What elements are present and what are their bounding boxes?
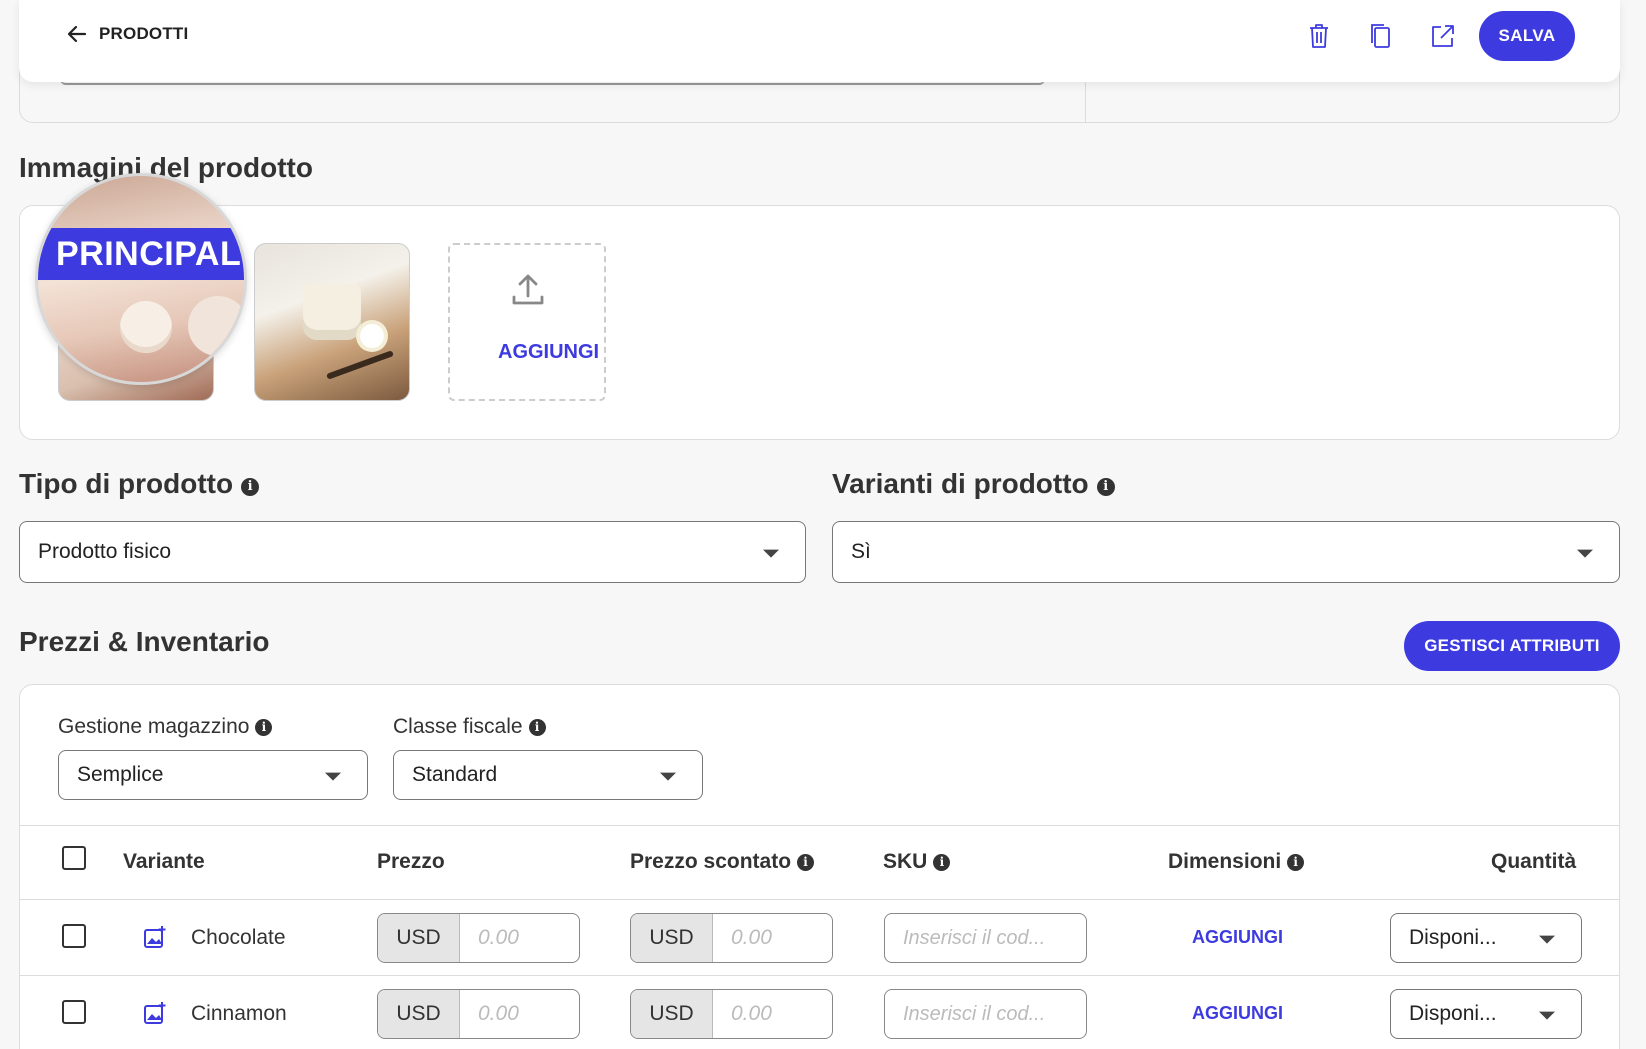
back-link[interactable]: PRODOTTI: [65, 22, 188, 46]
stock-management-label: Gestione magazzino i: [58, 715, 273, 739]
variant-name: Cinnamon: [191, 1002, 287, 1025]
quantity-select[interactable]: Disponi...: [1390, 989, 1582, 1039]
manage-attributes-button[interactable]: GESTISCI ATTRIBUTI: [1404, 621, 1620, 671]
column-discounted-price: Prezzo scontato i: [630, 850, 815, 874]
product-variants-select[interactable]: Sì: [832, 521, 1620, 583]
save-button[interactable]: SALVA: [1479, 11, 1575, 61]
external-link-icon[interactable]: [1427, 20, 1459, 52]
sku-input[interactable]: [884, 913, 1087, 963]
chevron-down-icon: [1539, 935, 1555, 944]
stock-management-select[interactable]: Semplice: [58, 750, 368, 800]
sku-input[interactable]: [884, 989, 1087, 1039]
column-variant: Variante: [123, 850, 205, 873]
product-variants-title-text: Varianti di prodotto: [832, 468, 1089, 499]
upload-icon: [512, 274, 544, 305]
product-image[interactable]: [254, 243, 410, 401]
tax-class-label-text: Classe fiscale: [393, 715, 523, 738]
back-label: PRODOTTI: [99, 24, 189, 43]
vanilla-illustration: [326, 350, 394, 380]
product-type-value: Prodotto fisico: [38, 540, 172, 563]
discounted-price-field[interactable]: USD: [630, 989, 833, 1039]
tax-class-label: Classe fiscale i: [393, 715, 546, 739]
column-discounted-price-text: Prezzo scontato: [630, 850, 792, 873]
info-icon[interactable]: i: [797, 854, 815, 871]
currency-label: USD: [378, 914, 460, 962]
currency-label: USD: [378, 990, 460, 1038]
candle-illustration: [120, 301, 172, 353]
discounted-price-input[interactable]: [721, 914, 826, 962]
product-variants-title: Varianti di prodotto i: [832, 468, 1115, 500]
add-image-label: AGGIUNGI: [498, 341, 600, 363]
cup-illustration: [188, 296, 244, 356]
column-sku-text: SKU: [883, 850, 928, 873]
arrow-left-icon: [67, 25, 87, 43]
select-all-checkbox[interactable]: [62, 846, 86, 870]
chevron-down-icon: [660, 772, 676, 781]
column-quantity: Quantità: [1491, 850, 1577, 873]
discounted-price-input[interactable]: [721, 990, 826, 1038]
variants-table-header: Variante Prezzo Prezzo scontato i SKU i Di…: [20, 825, 1619, 900]
jar-illustration: [303, 284, 361, 340]
currency-label: USD: [631, 914, 713, 962]
price-input[interactable]: [468, 914, 573, 962]
main-image-badge: PRINCIPAL: [38, 228, 244, 280]
stock-management-value: Semplice: [77, 763, 164, 786]
row-checkbox[interactable]: [62, 924, 86, 948]
delete-icon[interactable]: [1303, 20, 1335, 52]
column-sku: SKU i: [883, 850, 951, 874]
tax-class-select[interactable]: Standard: [393, 750, 703, 800]
main-image-zoom: PRINCIPAL: [35, 173, 247, 385]
stock-management-label-text: Gestione magazzino: [58, 715, 250, 738]
discounted-price-field[interactable]: USD: [630, 913, 833, 963]
add-image-button[interactable]: AGGIUNGI: [448, 243, 606, 401]
info-icon[interactable]: i: [933, 854, 951, 871]
images-card: AGGIUNGI: [19, 205, 1620, 440]
table-row: Chocolate USD USD AGGIUNGI Disponi...: [20, 900, 1619, 976]
add-image-icon[interactable]: [142, 924, 168, 950]
price-field[interactable]: USD: [377, 989, 580, 1039]
duplicate-icon[interactable]: [1365, 20, 1397, 52]
info-icon[interactable]: i: [241, 478, 260, 496]
chevron-down-icon: [325, 772, 341, 781]
info-icon[interactable]: i: [528, 719, 546, 736]
column-price: Prezzo: [377, 850, 445, 873]
variant-name: Chocolate: [191, 926, 286, 949]
column-dimensions: Dimensioni i: [1168, 850, 1305, 874]
pricing-inventory-card: Gestione magazzino i Semplice Classe fisc…: [19, 684, 1620, 1049]
pricing-section-title: Prezzi & Inventario: [19, 626, 270, 657]
currency-label: USD: [631, 990, 713, 1038]
chevron-down-icon: [1539, 1011, 1555, 1020]
flower-illustration: [360, 324, 384, 348]
row-checkbox[interactable]: [62, 1000, 86, 1024]
info-icon[interactable]: i: [1096, 478, 1115, 496]
product-type-title-text: Tipo di prodotto: [19, 468, 234, 499]
column-dimensions-text: Dimensioni: [1168, 850, 1282, 873]
add-dimensions-link[interactable]: AGGIUNGI: [1192, 1003, 1283, 1024]
add-dimensions-link[interactable]: AGGIUNGI: [1192, 927, 1283, 948]
chevron-down-icon: [763, 549, 779, 558]
quantity-select[interactable]: Disponi...: [1390, 913, 1582, 963]
quantity-value: Disponi...: [1409, 926, 1497, 949]
product-variants-value: Sì: [851, 540, 871, 563]
tax-class-value: Standard: [412, 763, 498, 786]
top-toolbar: PRODOTTI SALVA: [19, 0, 1620, 82]
product-type-title: Tipo di prodotto i: [19, 468, 260, 500]
price-input[interactable]: [468, 990, 573, 1038]
product-type-select[interactable]: Prodotto fisico: [19, 521, 806, 583]
price-field[interactable]: USD: [377, 913, 580, 963]
add-image-icon[interactable]: [142, 1000, 168, 1026]
quantity-value: Disponi...: [1409, 1002, 1497, 1025]
table-row: Cinnamon USD USD AGGIUNGI Disponi...: [20, 976, 1619, 1049]
info-icon[interactable]: i: [255, 719, 273, 736]
chevron-down-icon: [1577, 549, 1593, 558]
info-icon[interactable]: i: [1287, 854, 1305, 871]
